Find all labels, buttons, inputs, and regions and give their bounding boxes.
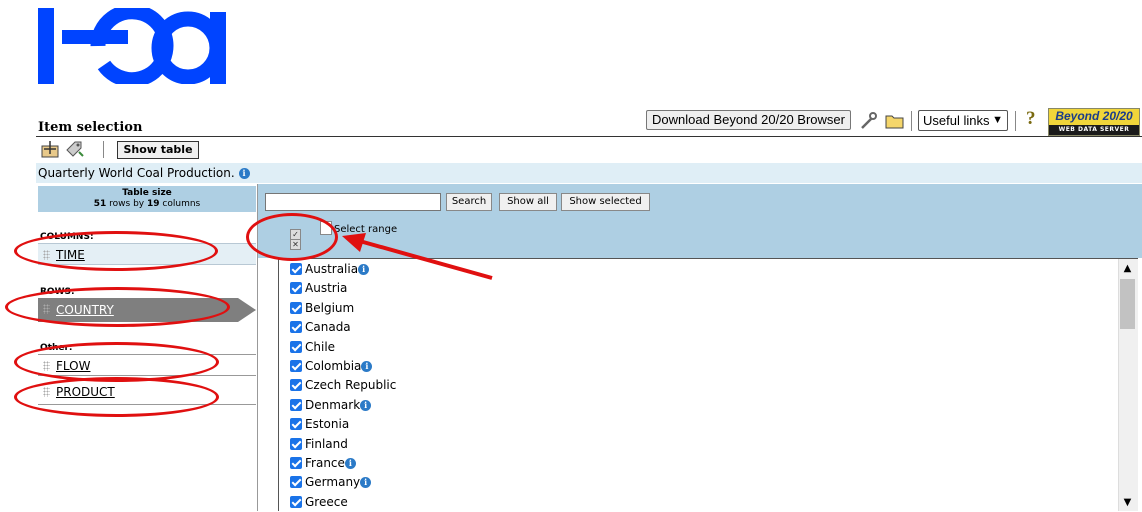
annotation-arrow [342,233,493,280]
